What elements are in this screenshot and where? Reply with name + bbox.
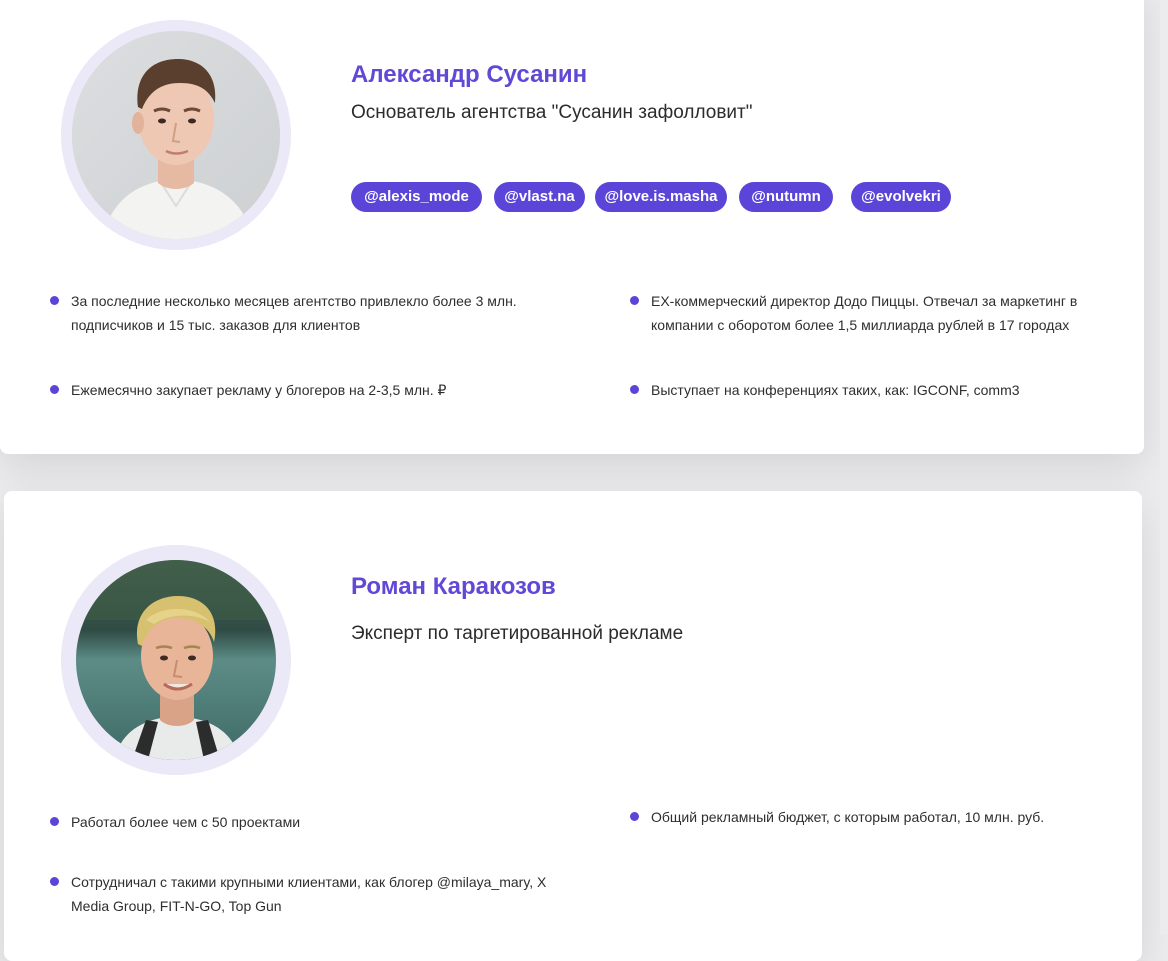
tag-link[interactable]: @love.is.masha [595, 182, 727, 212]
page-scrollbar[interactable] [1160, 0, 1168, 934]
tag-link[interactable]: @evolvekri [851, 182, 951, 212]
tag-link[interactable]: @vlast.na [494, 182, 585, 212]
fact-text: Сотрудничал с такими крупными клиентами,… [71, 874, 547, 914]
bullet-icon [50, 877, 59, 886]
fact-text: EX-коммерческий директор Додо Пиццы. Отв… [651, 293, 1078, 333]
avatar-ring [61, 20, 291, 250]
avatar [76, 560, 276, 760]
fact-text: Работал более чем с 50 проектами [71, 814, 301, 830]
fact-item: Выступает на конференциях таких, как: IG… [630, 378, 1091, 402]
fact-item: Сотрудничал с такими крупными клиентами,… [50, 870, 551, 918]
fact-item: EX-коммерческий директор Додо Пиццы. Отв… [630, 289, 1091, 337]
fact-item: Ежемесячно закупает рекламу у блогеров н… [50, 378, 541, 402]
expert-name: Александр Сусанин [351, 61, 588, 88]
bullet-icon [50, 296, 59, 305]
fact-item: Работал более чем с 50 проектами [50, 810, 541, 834]
tag-link[interactable]: @nutumn [739, 182, 833, 212]
bullet-icon [50, 817, 59, 826]
bullet-icon [630, 385, 639, 394]
fact-item: За последние несколько месяцев агентство… [50, 289, 541, 337]
bullet-icon [630, 812, 639, 821]
person-photo-icon [76, 560, 276, 760]
fact-item: Общий рекламный бюджет, с которым работа… [630, 805, 1091, 829]
expert-role: Основатель агентства "Сусанин зафолловит… [351, 102, 753, 123]
fact-text: Ежемесячно закупает рекламу у блогеров н… [71, 382, 447, 398]
person-photo-icon [72, 31, 280, 239]
expert-name: Роман Каракозов [351, 573, 556, 600]
avatar-ring [61, 545, 291, 775]
bullet-icon [630, 296, 639, 305]
expert-card-susanin: Александр Сусанин Основатель агентства "… [0, 0, 1144, 454]
expert-card-karakozov: Роман Каракозов Эксперт по таргетированн… [4, 491, 1142, 961]
fact-text: За последние несколько месяцев агентство… [71, 293, 517, 333]
tag-link[interactable]: @alexis_mode [351, 182, 482, 212]
fact-text: Общий рекламный бюджет, с которым работа… [651, 809, 1045, 825]
avatar [72, 31, 280, 239]
fact-text: Выступает на конференциях таких, как: IG… [651, 382, 1020, 398]
expert-role: Эксперт по таргетированной рекламе [351, 623, 684, 644]
bullet-icon [50, 385, 59, 394]
